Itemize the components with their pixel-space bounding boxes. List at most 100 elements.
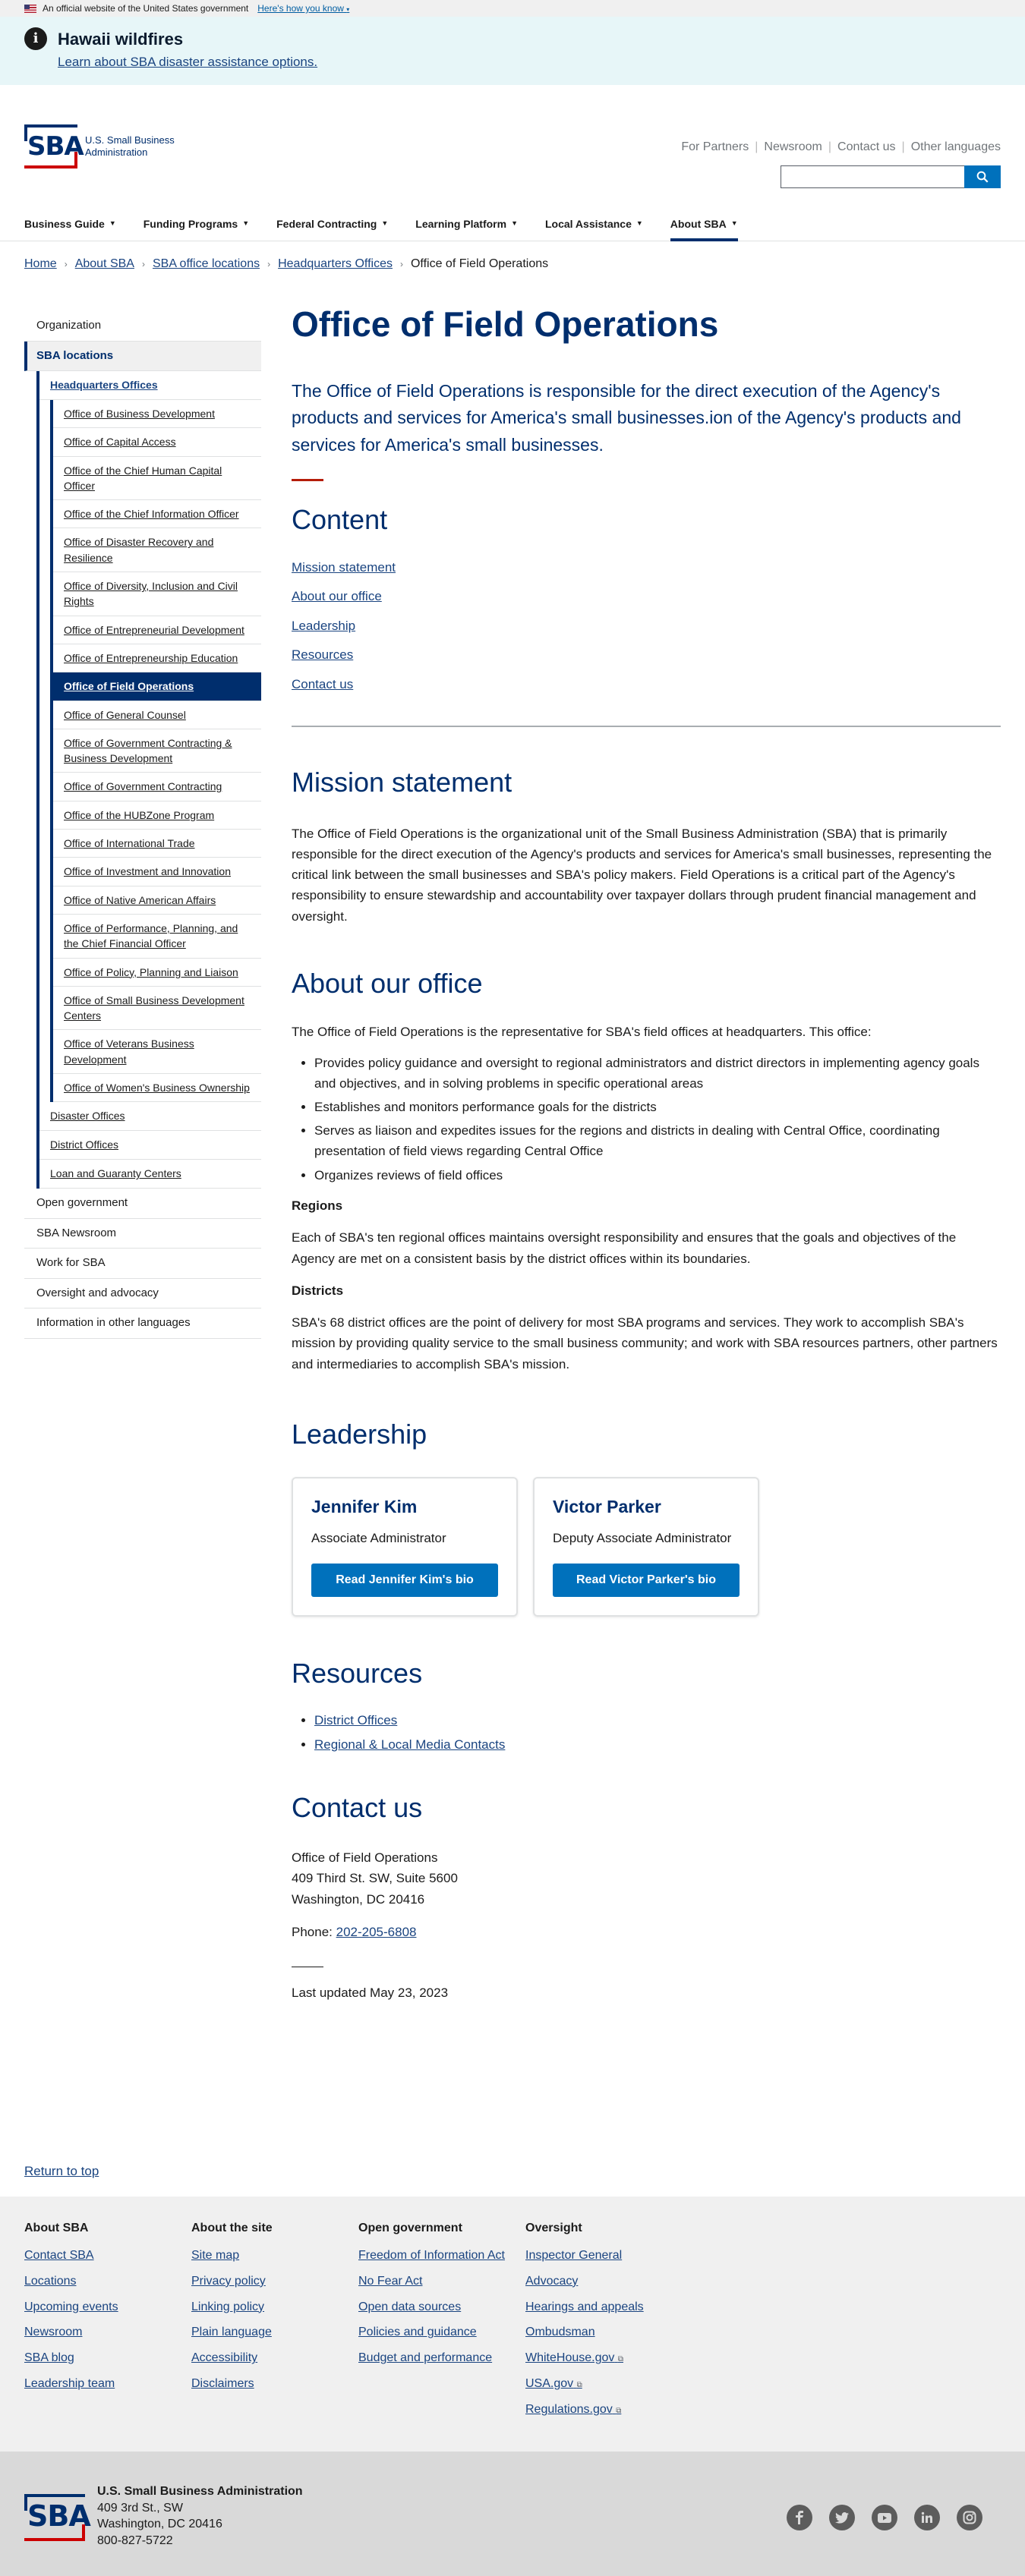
footer-link[interactable]: Hearings and appeals (525, 2300, 677, 2316)
sidenav-hq-item[interactable]: Office of International Trade (53, 830, 261, 858)
sidenav-oversight[interactable]: Oversight and advocacy (24, 1279, 261, 1309)
toc-link-contact[interactable]: Contact us (292, 677, 353, 691)
footer-link[interactable]: Plain language (191, 2325, 343, 2341)
sidenav-current-item[interactable]: Office of Field Operations (53, 672, 261, 701)
chevron-down-icon: ▼ (242, 219, 250, 228)
footer-link[interactable]: Ombudsman (525, 2325, 677, 2341)
instagram-icon[interactable] (957, 2505, 982, 2530)
twitter-icon[interactable] (829, 2505, 855, 2530)
youtube-icon[interactable] (872, 2505, 897, 2530)
sidenav-hq-item[interactable]: Office of Government Contracting & Busin… (53, 729, 261, 773)
chevron-down-icon: ▼ (730, 219, 738, 228)
resource-link-media-contacts[interactable]: Regional & Local Media Contacts (314, 1737, 505, 1752)
sidenav-hq-item[interactable]: Office of Native American Affairs (53, 886, 261, 915)
linkedin-icon[interactable] (914, 2505, 940, 2530)
nav-learning-platform[interactable]: Learning Platform ▼ (415, 206, 518, 241)
read-bio-button[interactable]: Read Jennifer Kim's bio (311, 1563, 498, 1597)
utility-link-languages[interactable]: Other languages (911, 140, 1001, 153)
phone-link[interactable]: 202-205-6808 (336, 1925, 417, 1939)
search-input[interactable] (781, 165, 964, 188)
utility-nav: For Partners | Newsroom | Contact us | Other l… (681, 140, 1001, 153)
toc-link-mission[interactable]: Mission statement (292, 560, 396, 575)
footer-column-open-government: Open government Freedom of Information A… (358, 2219, 510, 2376)
sidenav-hq-item[interactable]: Office of Government Contracting (53, 773, 261, 801)
return-to-top-link[interactable]: Return to top (24, 2162, 99, 2181)
footer-link[interactable]: Open data sources (358, 2300, 510, 2316)
logo-mark-text: SBA (27, 2499, 91, 2533)
utility-link-newsroom[interactable]: Newsroom (764, 140, 822, 153)
toc-link-resources[interactable]: Resources (292, 647, 353, 662)
footer-link[interactable]: Linking policy (191, 2300, 343, 2316)
footer-link-external[interactable]: WhiteHouse.gov ⧉ (525, 2351, 677, 2367)
facebook-icon[interactable] (787, 2505, 812, 2530)
sidenav-loan-centers[interactable]: Loan and Guaranty Centers (39, 1160, 261, 1189)
utility-link-contact[interactable]: Contact us (837, 140, 895, 153)
nav-federal-contracting[interactable]: Federal Contracting ▼ (276, 206, 388, 241)
footer-link[interactable]: Contact SBA (24, 2248, 176, 2264)
utility-link-partners[interactable]: For Partners (681, 140, 749, 153)
footer-link[interactable]: Inspector General (525, 2248, 677, 2264)
sidenav-hq-item[interactable]: Office of Small Business Development Cen… (53, 987, 261, 1031)
alert-link[interactable]: Learn about SBA disaster assistance opti… (58, 55, 317, 69)
sidenav-hq-item[interactable]: Office of Diversity, Inclusion and Civil… (53, 572, 261, 616)
nav-funding-programs[interactable]: Funding Programs ▼ (144, 206, 249, 241)
footer-column-about-site: About the site Site map Privacy policy L… (191, 2219, 343, 2402)
breadcrumb-hq-offices[interactable]: Headquarters Offices (278, 255, 393, 273)
footer-link[interactable]: Disclaimers (191, 2376, 343, 2392)
footer-link[interactable]: Privacy policy (191, 2274, 343, 2290)
footer-link[interactable]: Accessibility (191, 2351, 343, 2367)
sidenav-work-for-sba[interactable]: Work for SBA (24, 1249, 261, 1279)
sba-logo[interactable]: SBA U.S. Small Business Administration (24, 124, 184, 168)
nav-business-guide[interactable]: Business Guide ▼ (24, 206, 116, 241)
footer-link-external[interactable]: USA.gov ⧉ (525, 2376, 677, 2392)
toc-link-leadership[interactable]: Leadership (292, 619, 355, 633)
sidenav-hq-item[interactable]: Office of the HUBZone Program (53, 801, 261, 830)
sidenav-other-languages[interactable]: Information in other languages (24, 1308, 261, 1339)
footer-link[interactable]: Site map (191, 2248, 343, 2264)
sidenav-hq-item[interactable]: Office of Performance, Planning, and the… (53, 915, 261, 959)
sidenav-hq-item[interactable]: Office of Entrepreneurial Development (53, 616, 261, 644)
footer-link[interactable]: Budget and performance (358, 2351, 510, 2367)
resource-link-district-offices[interactable]: District Offices (314, 1713, 397, 1727)
breadcrumb-office-locations[interactable]: SBA office locations (153, 255, 260, 273)
sidenav-disaster-offices[interactable]: Disaster Offices (39, 1102, 261, 1132)
sidenav-hq-item[interactable]: Office of the Chief Information Officer (53, 500, 261, 529)
sidenav-hq-item[interactable]: Office of Capital Access (53, 428, 261, 457)
sidenav-hq-item[interactable]: Office of Disaster Recovery and Resilien… (53, 528, 261, 573)
sidenav-hq-item[interactable]: Office of Veterans Business Development (53, 1030, 261, 1075)
about-list: Provides policy guidance and oversight t… (314, 1053, 1001, 1186)
sidenav-sba-locations[interactable]: SBA locations (24, 341, 261, 371)
footer-link[interactable]: Freedom of Information Act (358, 2248, 510, 2264)
sidenav-district-offices[interactable]: District Offices (39, 1131, 261, 1160)
nav-local-assistance[interactable]: Local Assistance ▼ (545, 206, 643, 241)
sba-footer-logo[interactable]: SBA (24, 2494, 91, 2541)
sidenav-hq-item[interactable]: Office of Investment and Innovation (53, 858, 261, 886)
footer-link[interactable]: Policies and guidance (358, 2325, 510, 2341)
search-button[interactable] (964, 165, 1001, 188)
sidenav-hq-item[interactable]: Office of the Chief Human Capital Office… (53, 457, 261, 501)
info-icon: i (24, 27, 47, 50)
how-you-know-link[interactable]: Here's how you know ▾ (257, 2, 349, 15)
footer-link[interactable]: Locations (24, 2274, 176, 2290)
sidenav-hq-item[interactable]: Office of Policy, Planning and Liaison (53, 959, 261, 987)
sidenav-hq-item[interactable]: Office of Entrepreneurship Education (53, 644, 261, 673)
footer-link-external[interactable]: Regulations.gov ⧉ (525, 2402, 677, 2418)
footer-link[interactable]: Newsroom (24, 2325, 176, 2341)
nav-about-sba[interactable]: About SBA ▼ (670, 206, 738, 241)
sidenav-hq-item[interactable]: Office of Business Development (53, 400, 261, 429)
footer-link[interactable]: SBA blog (24, 2351, 176, 2367)
sidenav-open-government[interactable]: Open government (24, 1189, 261, 1219)
read-bio-button[interactable]: Read Victor Parker's bio (553, 1563, 740, 1597)
breadcrumb-about-sba[interactable]: About SBA (75, 255, 134, 273)
sidenav-hq-item[interactable]: Office of Women's Business Ownership (53, 1074, 261, 1103)
sidenav-hq-item[interactable]: Office of General Counsel (53, 701, 261, 729)
toc-link-about[interactable]: About our office (292, 589, 382, 603)
footer-link[interactable]: Upcoming events (24, 2300, 176, 2316)
sidenav-organization[interactable]: Organization (24, 311, 261, 342)
sidenav-hq-offices[interactable]: Headquarters Offices (39, 371, 261, 400)
footer-link[interactable]: No Fear Act (358, 2274, 510, 2290)
footer-link[interactable]: Advocacy (525, 2274, 677, 2290)
footer-link[interactable]: Leadership team (24, 2376, 176, 2392)
sidenav-newsroom[interactable]: SBA Newsroom (24, 1219, 261, 1249)
breadcrumb-home[interactable]: Home (24, 255, 57, 273)
